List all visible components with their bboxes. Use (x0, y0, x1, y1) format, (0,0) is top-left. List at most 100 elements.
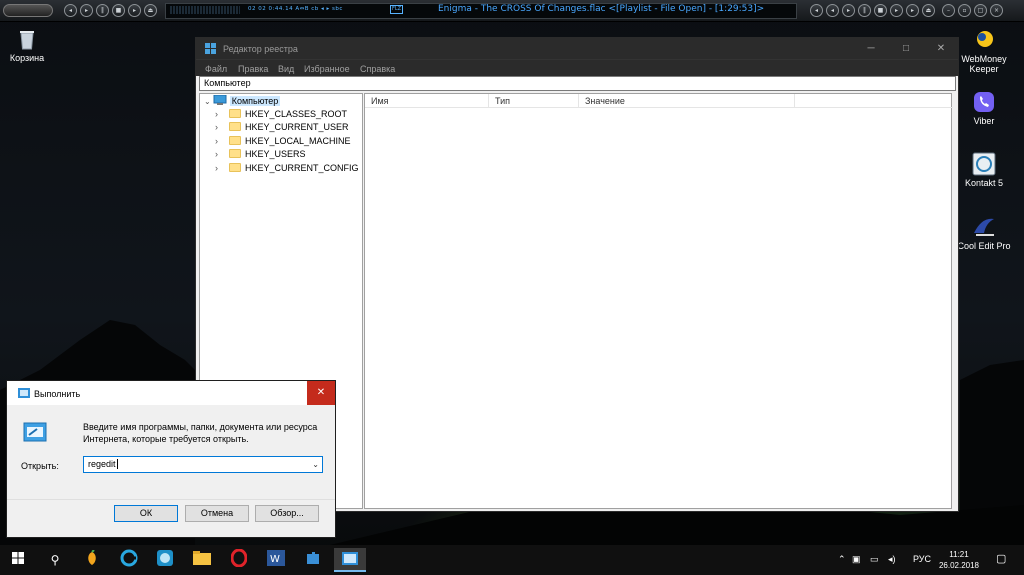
tree-item-label: HKEY_LOCAL_MACHINE (245, 136, 351, 146)
webmoney-icon (977, 31, 993, 47)
network-icon[interactable]: ▭ (870, 554, 879, 565)
taskbar-app-icon[interactable] (151, 548, 179, 572)
player-minimize-icon[interactable]: – (942, 4, 955, 17)
tree-root[interactable]: ⌄ Компьютер (204, 94, 281, 108)
desktop-icon-cool-edit[interactable]: Cool Edit Pro (949, 215, 1019, 251)
menu-file[interactable]: Файл (205, 64, 227, 74)
tree-item-hkcr[interactable]: › HKEY_CLASSES_ROOT (200, 108, 360, 121)
browser-icon (120, 549, 138, 567)
tree-item-label: HKEY_CURRENT_USER (245, 122, 349, 132)
taskbar-opera-icon[interactable] (225, 548, 253, 572)
values-list: Имя Тип Значение (364, 93, 953, 509)
run-command-input[interactable]: regedit ⌄ (83, 456, 323, 473)
taskbar-fl-studio-icon[interactable] (78, 548, 106, 572)
prev-icon[interactable]: ◂ (64, 4, 77, 17)
tree-item-hku[interactable]: › HKEY_USERS (200, 148, 360, 161)
kontakt-icon (972, 152, 996, 176)
run-titlebar[interactable]: Выполнить ✕ (7, 381, 335, 405)
stop-icon[interactable]: ■ (112, 4, 125, 17)
windows-logo-icon (12, 552, 24, 564)
player-next-icon[interactable]: ▸ (906, 4, 919, 17)
taskbar-word-icon[interactable]: W (262, 548, 290, 572)
desktop-icon-kontakt[interactable]: Kontakt 5 (949, 152, 1019, 188)
search-icon[interactable]: ⚲ (41, 548, 69, 572)
ok-button[interactable]: ОК (114, 505, 178, 522)
taskbar-app2-icon[interactable] (299, 548, 327, 572)
forward-icon[interactable]: ▸ (890, 4, 903, 17)
minimize-button[interactable]: ─ (854, 38, 888, 59)
close-button[interactable]: ✕ (924, 38, 958, 59)
taskbar-run-icon[interactable] (334, 548, 366, 572)
chevron-down-icon[interactable]: ⌄ (312, 457, 319, 472)
folder-icon (229, 109, 241, 118)
tree-item-hklm[interactable]: › HKEY_LOCAL_MACHINE (200, 135, 360, 148)
maximize-button[interactable]: □ (889, 38, 923, 59)
tree-item-hkcc[interactable]: › HKEY_CURRENT_CONFIG (200, 162, 360, 175)
notifications-icon[interactable]: ▢ (996, 552, 1006, 565)
player-eject-icon[interactable]: ⏏ (922, 4, 935, 17)
chevron-right-icon: › (215, 163, 218, 173)
chevron-right-icon: › (215, 109, 218, 119)
fruit-icon (88, 549, 96, 565)
run-app-icon (23, 422, 47, 442)
cool-edit-icon (974, 218, 994, 236)
taskbar-explorer-icon[interactable] (188, 548, 216, 572)
open-label: Открыть: (21, 461, 59, 471)
player-shade-icon[interactable]: ▫ (958, 4, 971, 17)
back-icon[interactable]: ◂ (826, 4, 839, 17)
column-header-name[interactable]: Имя (365, 94, 489, 108)
taskbar: ⚲ W ⌃ ▣ ▭ ◂) РУС 11:21 26.02.2018 ▢ (0, 545, 1024, 575)
start-button[interactable] (4, 548, 32, 572)
run-icon (18, 388, 30, 398)
chevron-right-icon: › (215, 136, 218, 146)
desktop-icon-label: Kontakt 5 (964, 178, 1004, 188)
speaker-icon[interactable]: ◂) (888, 554, 896, 565)
clock[interactable]: 11:21 26.02.2018 (935, 549, 983, 571)
folder-icon (229, 163, 241, 172)
tree-item-label: HKEY_USERS (245, 149, 306, 159)
run-icon (342, 552, 358, 565)
player-stop-icon[interactable]: ■ (874, 4, 887, 17)
rewind-icon[interactable]: ◂ (810, 4, 823, 17)
column-header-value[interactable]: Значение (579, 94, 795, 108)
word-icon: W (267, 550, 285, 566)
folder-icon (229, 136, 241, 145)
play-icon[interactable]: ▸ (80, 4, 93, 17)
viber-icon (974, 92, 994, 112)
menu-help[interactable]: Справка (360, 64, 395, 74)
run-title: Выполнить (34, 389, 81, 399)
chevron-right-icon: › (215, 149, 218, 159)
player-logo-icon (3, 4, 53, 17)
address-bar[interactable]: Компьютер (199, 76, 956, 91)
menu-favorites[interactable]: Избранное (304, 64, 350, 74)
clock-date: 26.02.2018 (938, 561, 980, 570)
column-header-empty (795, 94, 953, 108)
tree-item-hkcu[interactable]: › HKEY_CURRENT_USER (200, 121, 360, 134)
chevron-up-icon[interactable]: ⌃ (838, 554, 846, 565)
player-pause-icon[interactable]: ‖ (858, 4, 871, 17)
tray-app-icon[interactable]: ▣ (852, 554, 861, 565)
menu-view[interactable]: Вид (278, 64, 294, 74)
pause-icon[interactable]: ‖ (96, 4, 109, 17)
eject-icon[interactable]: ⏏ (144, 4, 157, 17)
recycle-bin-icon (20, 31, 34, 50)
player-play-icon[interactable]: ▸ (842, 4, 855, 17)
taskbar-browser-icon[interactable] (115, 548, 143, 572)
tree-item-label: HKEY_CLASSES_ROOT (245, 109, 348, 119)
player-maximize-icon[interactable]: □ (974, 4, 987, 17)
desktop-icon-recycle-bin[interactable]: Корзина (0, 27, 62, 63)
browse-button[interactable]: Обзор... (255, 505, 319, 522)
desktop-icon-webmoney[interactable]: WebMoney Keeper (949, 28, 1019, 74)
desktop-icon-viber[interactable]: Viber (949, 90, 1019, 126)
desktop-icon-label: WebMoney Keeper (961, 54, 1007, 74)
run-close-button[interactable]: ✕ (307, 381, 335, 405)
registry-titlebar[interactable]: Редактор реестра ─ □ ✕ (196, 38, 958, 59)
cancel-button[interactable]: Отмена (185, 505, 249, 522)
column-header-type[interactable]: Тип (489, 94, 579, 108)
desktop-icon-label: Корзина (9, 53, 45, 63)
player-close-icon[interactable]: × (990, 4, 1003, 17)
menu-edit[interactable]: Правка (238, 64, 268, 74)
desktop-icon-label: Cool Edit Pro (957, 241, 1011, 251)
language-indicator[interactable]: РУС (913, 554, 931, 564)
next-icon[interactable]: ▸ (128, 4, 141, 17)
